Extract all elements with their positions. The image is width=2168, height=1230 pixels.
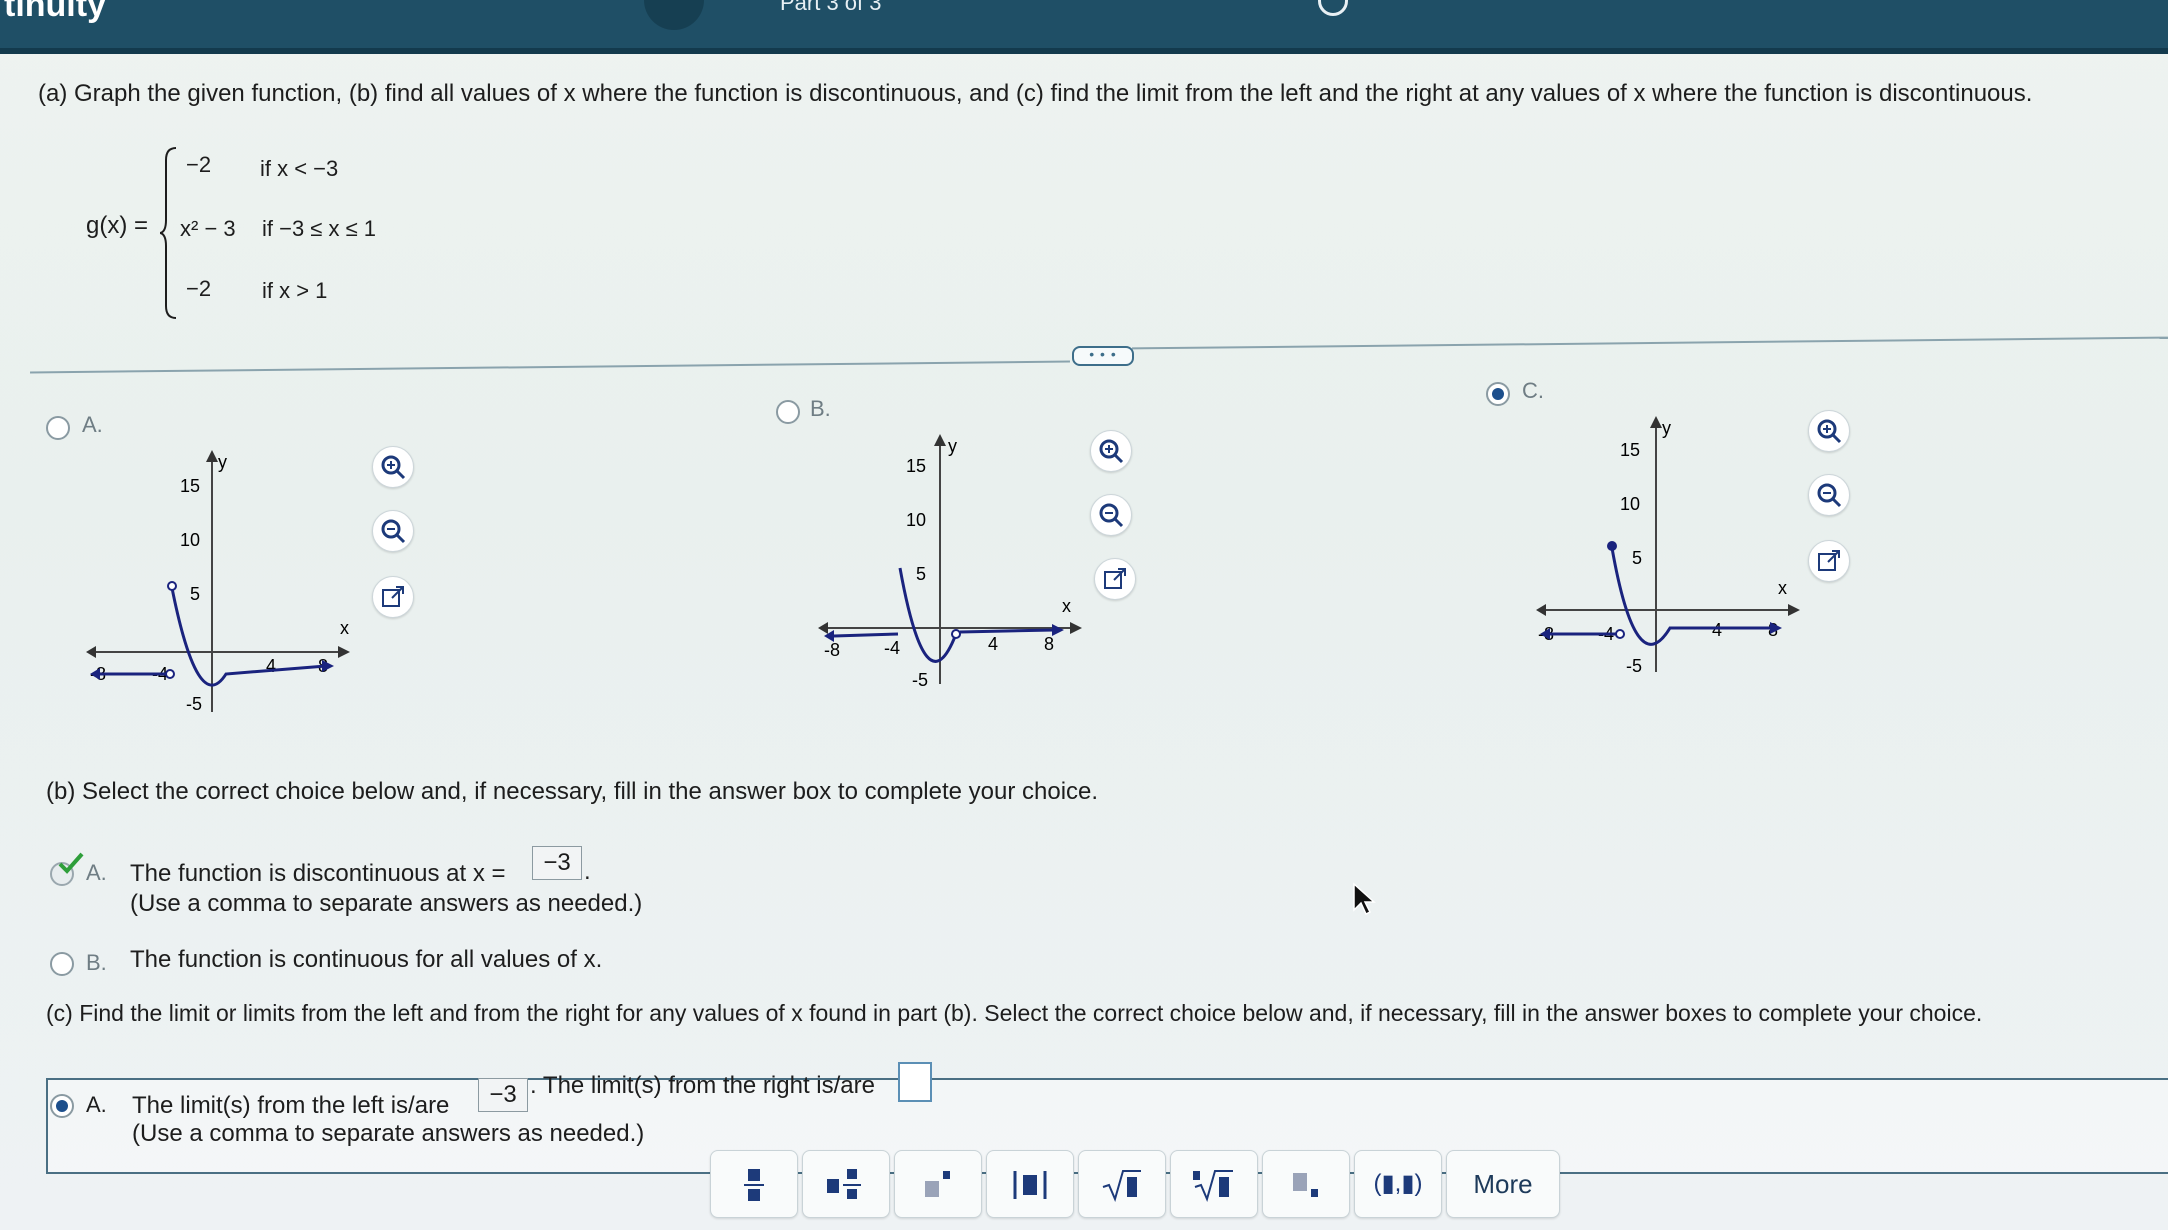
graph-c-zoom-in-button[interactable]	[1808, 410, 1850, 452]
part-b-choice-b-text: The function is continuous for all value…	[130, 946, 603, 973]
y-tick-label: 15	[906, 456, 926, 476]
x-tick-label: 4	[1712, 620, 1722, 640]
right-limit-text: . The limit(s) from the right is/are	[530, 1072, 875, 1099]
right-limit-answer-box[interactable]	[898, 1062, 932, 1102]
part-b-choice-a-letter: A.	[86, 860, 107, 885]
case-3-cond: if x > 1	[262, 278, 328, 303]
part-b-choice-a-hint: (Use a comma to separate answers as need…	[130, 890, 643, 917]
graph-c-open-window-button[interactable]	[1808, 540, 1850, 582]
part-c-hint: (Use a comma to separate answers as need…	[132, 1120, 645, 1147]
y-tick-label: 10	[1620, 494, 1640, 514]
divider	[1132, 336, 2168, 350]
fraction-button[interactable]	[710, 1150, 798, 1218]
case-2-expr: x² − 3	[180, 216, 236, 241]
top-bar: tinuity Part 3 of 3	[0, 0, 2168, 54]
part-c-choice-a-letter: A.	[86, 1092, 107, 1117]
left-limit-text: The limit(s) from the left is/are	[132, 1092, 450, 1119]
y-tick-label: 5	[190, 584, 200, 604]
checkmark-icon	[58, 852, 84, 874]
x-tick-label: 8	[1044, 634, 1054, 654]
x-axis-label: x	[1062, 596, 1071, 616]
x-tick-label: 4	[266, 656, 276, 676]
graph-b-open-window-button[interactable]	[1094, 558, 1136, 600]
mixed-number-button[interactable]	[802, 1150, 890, 1218]
graph-choice-b-letter: B.	[810, 396, 831, 421]
part-c-prompt: (c) Find the limit or limits from the le…	[46, 1000, 1983, 1026]
exponent-button[interactable]	[894, 1150, 982, 1218]
question-text: (a) Graph the given function, (b) find a…	[38, 80, 2033, 107]
case-3-expr: −2	[186, 276, 212, 301]
y-tick-label: 5	[1632, 548, 1642, 568]
graph-choice-b[interactable]: y x 15 10 5 -5 -8 -4 4 8	[818, 432, 1088, 702]
graph-choice-c-radio[interactable]	[1486, 382, 1510, 406]
graph-a-zoom-in-button[interactable]	[372, 446, 414, 488]
y-tick-label: 15	[180, 476, 200, 496]
part-b-choice-a-text: The function is discontinuous at x =	[130, 860, 506, 887]
y-tick-label: 10	[906, 510, 926, 530]
case-2-cond: if −3 ≤ x ≤ 1	[262, 216, 377, 241]
y-tick-label: 15	[1620, 440, 1640, 460]
graph-b-zoom-out-button[interactable]	[1090, 494, 1132, 536]
nth-root-button[interactable]	[1170, 1150, 1258, 1218]
graph-choice-a[interactable]: y x 15 10 5 -5 -8 -4 4 8	[86, 448, 356, 728]
y-tick-label: -5	[186, 694, 202, 714]
part-b-choice-b-letter: B.	[86, 950, 107, 975]
interval-button[interactable]: (▮,▮)	[1354, 1150, 1442, 1218]
y-tick-label: -5	[1626, 656, 1642, 676]
y-axis-label: y	[1662, 418, 1671, 438]
part-b-prompt: (b) Select the correct choice below and,…	[46, 778, 1099, 805]
function-name: g(x) =	[86, 212, 149, 239]
piecewise-brace-icon	[160, 147, 177, 319]
graph-a-zoom-out-button[interactable]	[372, 510, 414, 552]
y-tick-label: -5	[912, 670, 928, 690]
mouse-cursor-icon	[1353, 882, 1376, 916]
y-axis-label: y	[218, 452, 227, 472]
square-root-button[interactable]	[1078, 1150, 1166, 1218]
graph-choice-b-radio[interactable]	[776, 400, 800, 424]
y-tick-label: 10	[180, 530, 200, 550]
part-c-choice-a-radio[interactable]	[50, 1094, 74, 1118]
part-indicator: Part 3 of 3	[780, 0, 882, 15]
left-limit-answer-box[interactable]: −3	[478, 1078, 528, 1112]
more-button[interactable]: More	[1446, 1150, 1560, 1218]
y-tick-label: 5	[916, 564, 926, 584]
absolute-value-button[interactable]	[986, 1150, 1074, 1218]
x-tick-label: -8	[824, 640, 840, 660]
part-b-choice-a-suffix: .	[584, 858, 591, 885]
x-tick-label: -4	[884, 638, 900, 658]
part-b-choice-b-radio[interactable]	[50, 952, 74, 976]
app-title: tinuity	[4, 0, 106, 24]
status-ring-icon	[1318, 0, 1348, 16]
graph-choice-c-letter: C.	[1522, 378, 1544, 403]
y-axis-label: y	[948, 436, 957, 456]
graph-choice-c[interactable]: y x 15 10 5 -5 -8 -4 4 8	[1536, 414, 1806, 684]
discontinuity-answer-box[interactable]: −3	[532, 846, 582, 880]
graph-b-zoom-in-button[interactable]	[1090, 430, 1132, 472]
nav-circle-icon[interactable]	[644, 0, 704, 30]
expand-handle[interactable]: • • •	[1072, 346, 1134, 366]
graph-c-zoom-out-button[interactable]	[1808, 474, 1850, 516]
case-1-cond: if x < −3	[260, 156, 339, 181]
graph-choice-a-radio[interactable]	[46, 416, 70, 440]
x-axis-label: x	[1778, 578, 1787, 598]
x-tick-label: 4	[988, 634, 998, 654]
x-axis-label: x	[340, 618, 349, 638]
subscript-button[interactable]	[1262, 1150, 1350, 1218]
graph-choice-a-letter: A.	[82, 412, 103, 437]
divider	[30, 360, 1070, 374]
graph-a-open-window-button[interactable]	[372, 576, 414, 618]
case-1-expr: −2	[186, 152, 212, 177]
